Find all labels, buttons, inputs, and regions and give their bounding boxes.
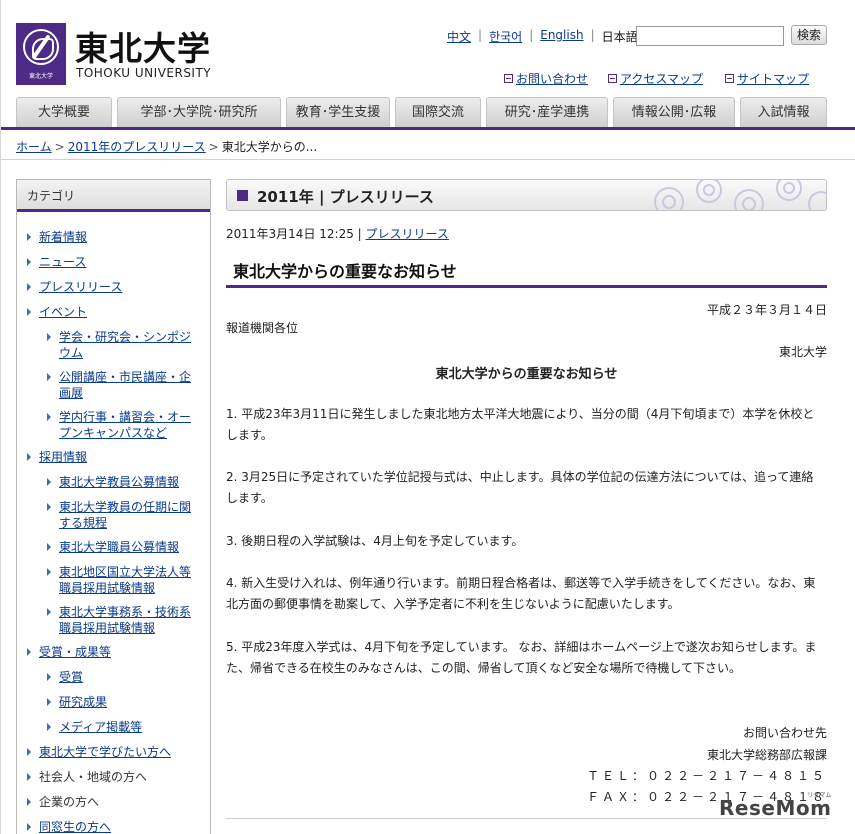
sidebar-item-prospective[interactable]: 東北大学で学びたい方へ bbox=[26, 744, 171, 760]
post-date: 2011年3月14日 12:25 | bbox=[226, 227, 362, 241]
chevron-right-icon: > bbox=[54, 140, 65, 154]
sidebar-item-symposium[interactable]: 学会・研究会・シンポジウム bbox=[47, 329, 199, 361]
sidebar-item-award[interactable]: 受賞 bbox=[46, 669, 83, 685]
sidebar-item-community[interactable]: 社会人・地域の方へ bbox=[26, 769, 147, 785]
breadcrumb: ホーム >2011年のプレスリリース > 東北大学からの... bbox=[16, 138, 317, 155]
paragraph-5b: た、帰省できる在校生のみなさんは、この間、帰省して頂くなど安全な場所で待機して下… bbox=[226, 661, 742, 675]
nav-tab-international[interactable]: 国際交流 bbox=[395, 97, 481, 128]
floral-pattern-icon bbox=[654, 180, 826, 210]
search-input[interactable] bbox=[636, 26, 784, 46]
letter-title: 東北大学からの重要なお知らせ bbox=[435, 367, 618, 382]
paragraph-4a: 4. 新入生受け入れは、例年通り行います。前期日程合格者は、郵送等で入学手続きを… bbox=[226, 576, 816, 590]
university-name-en: TOHOKU UNIVERSITY bbox=[76, 66, 212, 80]
paragraph-2a: 2. 3月25日に予定されていた学位記授与式は、中止します。具体の学位記の伝達方… bbox=[226, 470, 814, 484]
paragraph-4b: 北方面の郵便事情を勘案して、入学予定者に不利を生じないように配慮いたします。 bbox=[226, 597, 680, 611]
sidebar-item-admin-exam[interactable]: 東北大学事務系・技術系職員採用試験情報 bbox=[47, 604, 199, 636]
logo-caption: 東北大学 bbox=[28, 73, 53, 80]
util-contact[interactable]: お問い合わせ bbox=[504, 70, 588, 87]
university-name: 東北大学 bbox=[75, 29, 211, 68]
contact-link[interactable]: お問い合わせ bbox=[516, 70, 588, 87]
sidebar-item-recruitment[interactable]: 採用情報 bbox=[26, 449, 87, 465]
watermark-b: Mom bbox=[775, 796, 832, 820]
sidebar-item-awards[interactable]: 受賞・成果等 bbox=[26, 644, 111, 660]
sidebar-item-lectures[interactable]: 公開講座・市民講座・企画展 bbox=[47, 369, 199, 401]
sitemap-icon bbox=[725, 74, 734, 83]
map-icon bbox=[608, 74, 617, 83]
divider bbox=[1, 159, 855, 160]
sidebar-item-faculty-terms[interactable]: 東北大学教員の任期に関する規程 bbox=[47, 499, 199, 531]
sitemap-link[interactable]: サイトマップ bbox=[737, 70, 809, 87]
university-logo[interactable]: 東北大学 bbox=[16, 23, 66, 85]
lang-english-link[interactable]: English bbox=[540, 28, 583, 45]
letter-date: 平成２３年３月１４日 bbox=[706, 303, 827, 317]
separator: | bbox=[529, 28, 534, 42]
breadcrumb-home[interactable]: ホーム bbox=[16, 140, 52, 154]
section-title: 2011年 | プレスリリース bbox=[257, 188, 434, 206]
section-header: 2011年 | プレスリリース bbox=[226, 179, 827, 211]
contact-icon bbox=[504, 74, 513, 83]
paragraph-3: 3. 後期日程の入学試験は、4月上旬を予定しています。 bbox=[226, 534, 524, 548]
watermark-a: Rese bbox=[719, 796, 776, 820]
sidebar-item-faculty-jobs[interactable]: 東北大学教員公募情報 bbox=[47, 474, 199, 490]
sidebar-item-events[interactable]: イベント bbox=[26, 304, 87, 320]
separator: | bbox=[590, 28, 595, 42]
paragraph-1b: します。 bbox=[226, 428, 273, 442]
sidebar-item-whats-new[interactable]: 新着情報 bbox=[26, 229, 87, 245]
sidebar-item-alumni[interactable]: 同窓生の方へ bbox=[26, 819, 111, 834]
nav-tab-publicity[interactable]: 情報公開･広報 bbox=[613, 97, 735, 128]
letter-sender: 東北大学 bbox=[778, 345, 827, 359]
separator: | bbox=[478, 28, 483, 42]
resemom-watermark: ReseMom リセマム bbox=[719, 792, 832, 820]
lang-japanese-current: 日本語 bbox=[601, 30, 638, 44]
post-meta: 2011年3月14日 12:25 | プレスリリース bbox=[226, 225, 449, 242]
breadcrumb-current: 東北大学からの... bbox=[221, 140, 318, 154]
nav-tab-about[interactable]: 大学概要 bbox=[16, 97, 112, 128]
sidebar-item-business[interactable]: 企業の方へ bbox=[26, 794, 99, 810]
sidebar-item-media[interactable]: メディア掲載等 bbox=[46, 719, 142, 735]
sidebar-item-staff-jobs[interactable]: 東北大学職員公募情報 bbox=[47, 539, 199, 555]
sidebar-title: カテゴリ bbox=[17, 180, 210, 212]
access-map-link[interactable]: アクセスマップ bbox=[620, 70, 703, 87]
nav-tab-admissions[interactable]: 入試情報 bbox=[740, 97, 827, 128]
page: 東北大学 東北大学 TOHOKU UNIVERSITY 中文 | 한국어 | E… bbox=[0, 0, 855, 834]
post-category-link[interactable]: プレスリリース bbox=[366, 227, 449, 241]
paragraph-2b: します。 bbox=[226, 491, 273, 505]
contact-dept: 東北大学総務部広報課 bbox=[706, 748, 827, 762]
chevron-right-icon: > bbox=[208, 140, 219, 154]
breadcrumb-press-2011[interactable]: 2011年のプレスリリース bbox=[68, 140, 206, 154]
contact-label: お問い合わせ先 bbox=[742, 726, 827, 740]
letter-addressee: 報道機関各位 bbox=[226, 321, 299, 335]
util-sitemap[interactable]: サイトマップ bbox=[725, 70, 809, 87]
util-access[interactable]: アクセスマップ bbox=[608, 70, 703, 87]
paragraph-5a: 5. 平成23年度入学式は、4月下旬を予定しています。 なお、詳細はホームページ… bbox=[226, 640, 817, 654]
title-underline bbox=[226, 285, 827, 288]
nav-tab-faculties[interactable]: 学部･大学院･研究所 bbox=[117, 97, 281, 128]
sidebar-item-results[interactable]: 研究成果 bbox=[46, 694, 107, 710]
language-switcher: 中文 | 한국어 | English | 日本語 bbox=[447, 28, 638, 45]
lang-chinese-link[interactable]: 中文 bbox=[447, 28, 471, 45]
square-bullet-icon bbox=[237, 190, 248, 201]
nav-underline bbox=[1, 127, 855, 130]
lang-korean-link[interactable]: 한국어 bbox=[489, 28, 522, 45]
sidebar-item-press[interactable]: プレスリリース bbox=[26, 279, 122, 295]
sidebar-item-campus-events[interactable]: 学内行事・講習会・オープンキャンパスなど bbox=[47, 409, 199, 441]
seal-icon bbox=[23, 29, 59, 65]
sidebar-category: カテゴリ 新着情報 ニュース プレスリリース イベント 学会・研究会・シンポジウ… bbox=[16, 179, 211, 834]
nav-tab-research[interactable]: 研究･産学連携 bbox=[486, 97, 608, 128]
watermark-small: リセマム bbox=[807, 792, 832, 799]
nav-tab-education[interactable]: 教育･学生支援 bbox=[286, 97, 390, 128]
contact-tel: ＴＥＬ：０２２－２１７－４８１５ bbox=[586, 769, 827, 783]
sidebar-item-news[interactable]: ニュース bbox=[26, 254, 86, 270]
sidebar-item-tohoku-exam[interactable]: 東北地区国立大学法人等職員採用試験情報 bbox=[47, 564, 199, 596]
article-title: 東北大学からの重要なお知らせ bbox=[233, 262, 457, 281]
paragraph-1a: 1. 平成23年3月11日に発生しました東北地方太平洋大地震により、当分の間（4… bbox=[226, 407, 815, 421]
search-button[interactable]: 検索 bbox=[791, 25, 827, 45]
